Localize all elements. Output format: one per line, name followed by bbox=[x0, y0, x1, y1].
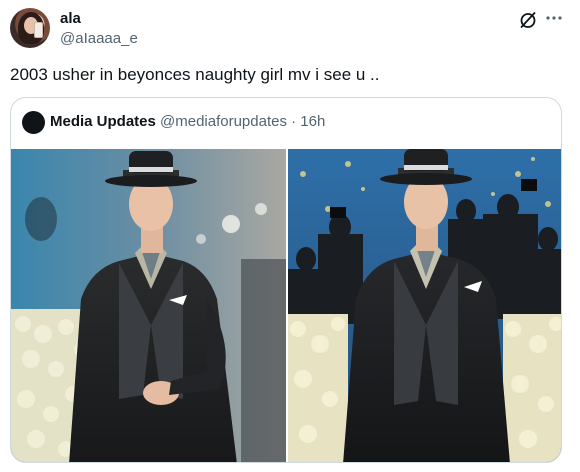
more-icon[interactable] bbox=[544, 8, 564, 28]
grok-icon[interactable] bbox=[518, 10, 538, 30]
avatar-phone bbox=[34, 22, 43, 38]
quoted-tweet[interactable]: Media Updates @mediaforupdates · 16h bbox=[10, 97, 562, 463]
quoted-handle-time: @mediaforupdates · 16h bbox=[160, 113, 326, 130]
author-handle[interactable]: @aIaaaa_e bbox=[60, 30, 138, 47]
tweet-text: 2003 usher in beyonces naughty girl mv i… bbox=[10, 65, 380, 84]
tweet[interactable]: ala @aIaaaa_e 2003 usher in beyonces nau… bbox=[0, 0, 580, 472]
author-display-name[interactable]: ala bbox=[60, 10, 81, 27]
quoted-avatar[interactable] bbox=[22, 111, 45, 134]
photo-right[interactable] bbox=[288, 149, 561, 462]
quoted-display-name: Media Updates bbox=[50, 113, 156, 130]
author-avatar[interactable] bbox=[10, 8, 50, 48]
photo-left[interactable] bbox=[11, 149, 286, 462]
